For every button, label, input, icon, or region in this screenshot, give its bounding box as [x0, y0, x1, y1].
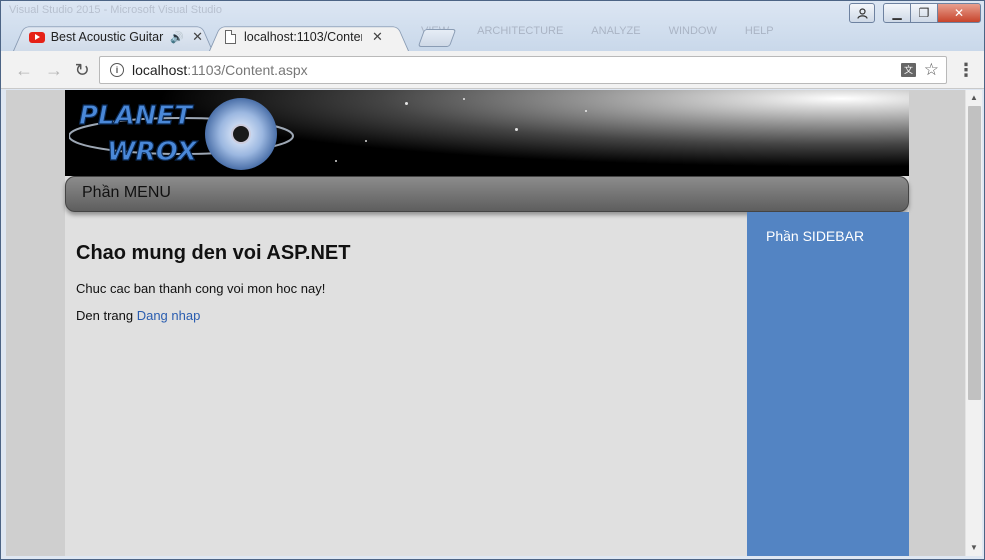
menu-section: Phần MENU	[65, 176, 909, 212]
minimize-button[interactable]: ▁	[883, 3, 911, 23]
sidebar-section: Phần SIDEBAR	[747, 212, 909, 556]
site-header: PLANET WROX	[65, 90, 909, 176]
browser-window: Visual Studio 2015 - Microsoft Visual St…	[0, 0, 985, 560]
background-window-title: Visual Studio 2015 - Microsoft Visual St…	[9, 4, 222, 16]
info-icon[interactable]: i	[110, 63, 124, 77]
page-icon	[225, 30, 236, 44]
minimize-icon: ▁	[892, 6, 902, 20]
welcome-text: Chuc cac ban thanh cong voi mon hoc nay!	[76, 281, 326, 296]
tab-close-icon[interactable]: ✕	[372, 29, 383, 45]
restore-icon: ❐	[918, 6, 930, 20]
svg-text:PLANET: PLANET	[79, 101, 194, 131]
close-window-button[interactable]: ✕	[937, 3, 981, 23]
main-content: Chao mung den voi ASP.NET Chuc cac ban t…	[65, 212, 747, 556]
tab-title: Best Acoustic Guitar S	[50, 30, 167, 44]
tab-title: localhost:1103/Content.a	[244, 30, 362, 44]
tab-youtube[interactable]: Best Acoustic Guitar S 🔊 ✕	[13, 23, 213, 51]
scroll-down-arrow-icon[interactable]: ▼	[966, 541, 982, 555]
background-window-menu: VIEW ARCHITECTURE ANALYZE WINDOW HELP	[421, 25, 774, 37]
page-title: Chao mung den voi ASP.NET	[76, 242, 351, 264]
address-bar[interactable]: i localhost:1103/Content.aspx 文 ☆	[99, 56, 947, 84]
url-host: localhost	[132, 62, 188, 78]
login-prefix: Den trang	[76, 308, 137, 323]
tab-localhost[interactable]: localhost:1103/Content.a ✕	[209, 23, 409, 51]
ghost-menu-item: HELP	[744, 25, 774, 37]
close-icon: ✕	[953, 6, 965, 20]
scroll-thumb[interactable]	[968, 106, 981, 400]
ghost-menu-item: WINDOW	[668, 25, 717, 37]
scroll-up-arrow-icon[interactable]: ▲	[966, 91, 982, 105]
page-viewport: PLANET WROX Phần MENU Chao mung den voi …	[6, 90, 965, 556]
profile-button[interactable]	[849, 3, 875, 23]
user-icon	[849, 3, 875, 23]
login-line: Den trang Dang nhap	[76, 308, 736, 323]
window-controls: ▁ ❐ ✕	[883, 3, 981, 23]
ghost-menu-item: ANALYZE	[591, 25, 641, 37]
new-tab-button[interactable]	[417, 29, 457, 47]
planet-wrox-logo: PLANET WROX	[69, 98, 294, 170]
url-path: :1103/Content.aspx	[187, 62, 308, 78]
tab-close-icon[interactable]: ✕	[192, 29, 203, 45]
back-arrow-icon[interactable]: ←	[13, 60, 35, 80]
page-container: PLANET WROX Phần MENU Chao mung den voi …	[65, 90, 909, 556]
browser-menu-icon[interactable]: ⋮	[957, 59, 975, 81]
login-link[interactable]: Dang nhap	[137, 308, 201, 323]
browser-toolbar: ← → ↻ i localhost:1103/Content.aspx 文 ☆ …	[1, 51, 984, 89]
reload-icon[interactable]: ↻	[71, 60, 93, 80]
title-bar: Visual Studio 2015 - Microsoft Visual St…	[1, 1, 984, 51]
translate-icon[interactable]: 文	[901, 63, 916, 77]
maximize-button[interactable]: ❐	[910, 3, 938, 23]
vertical-scrollbar[interactable]: ▲ ▼	[965, 90, 982, 556]
svg-text:WROX: WROX	[107, 137, 199, 167]
ghost-menu-item: ARCHITECTURE	[477, 25, 564, 37]
bookmark-star-icon[interactable]: ☆	[924, 60, 939, 80]
forward-arrow-icon[interactable]: →	[43, 60, 65, 80]
speaker-icon[interactable]: 🔊	[170, 31, 184, 44]
youtube-icon	[29, 31, 45, 43]
